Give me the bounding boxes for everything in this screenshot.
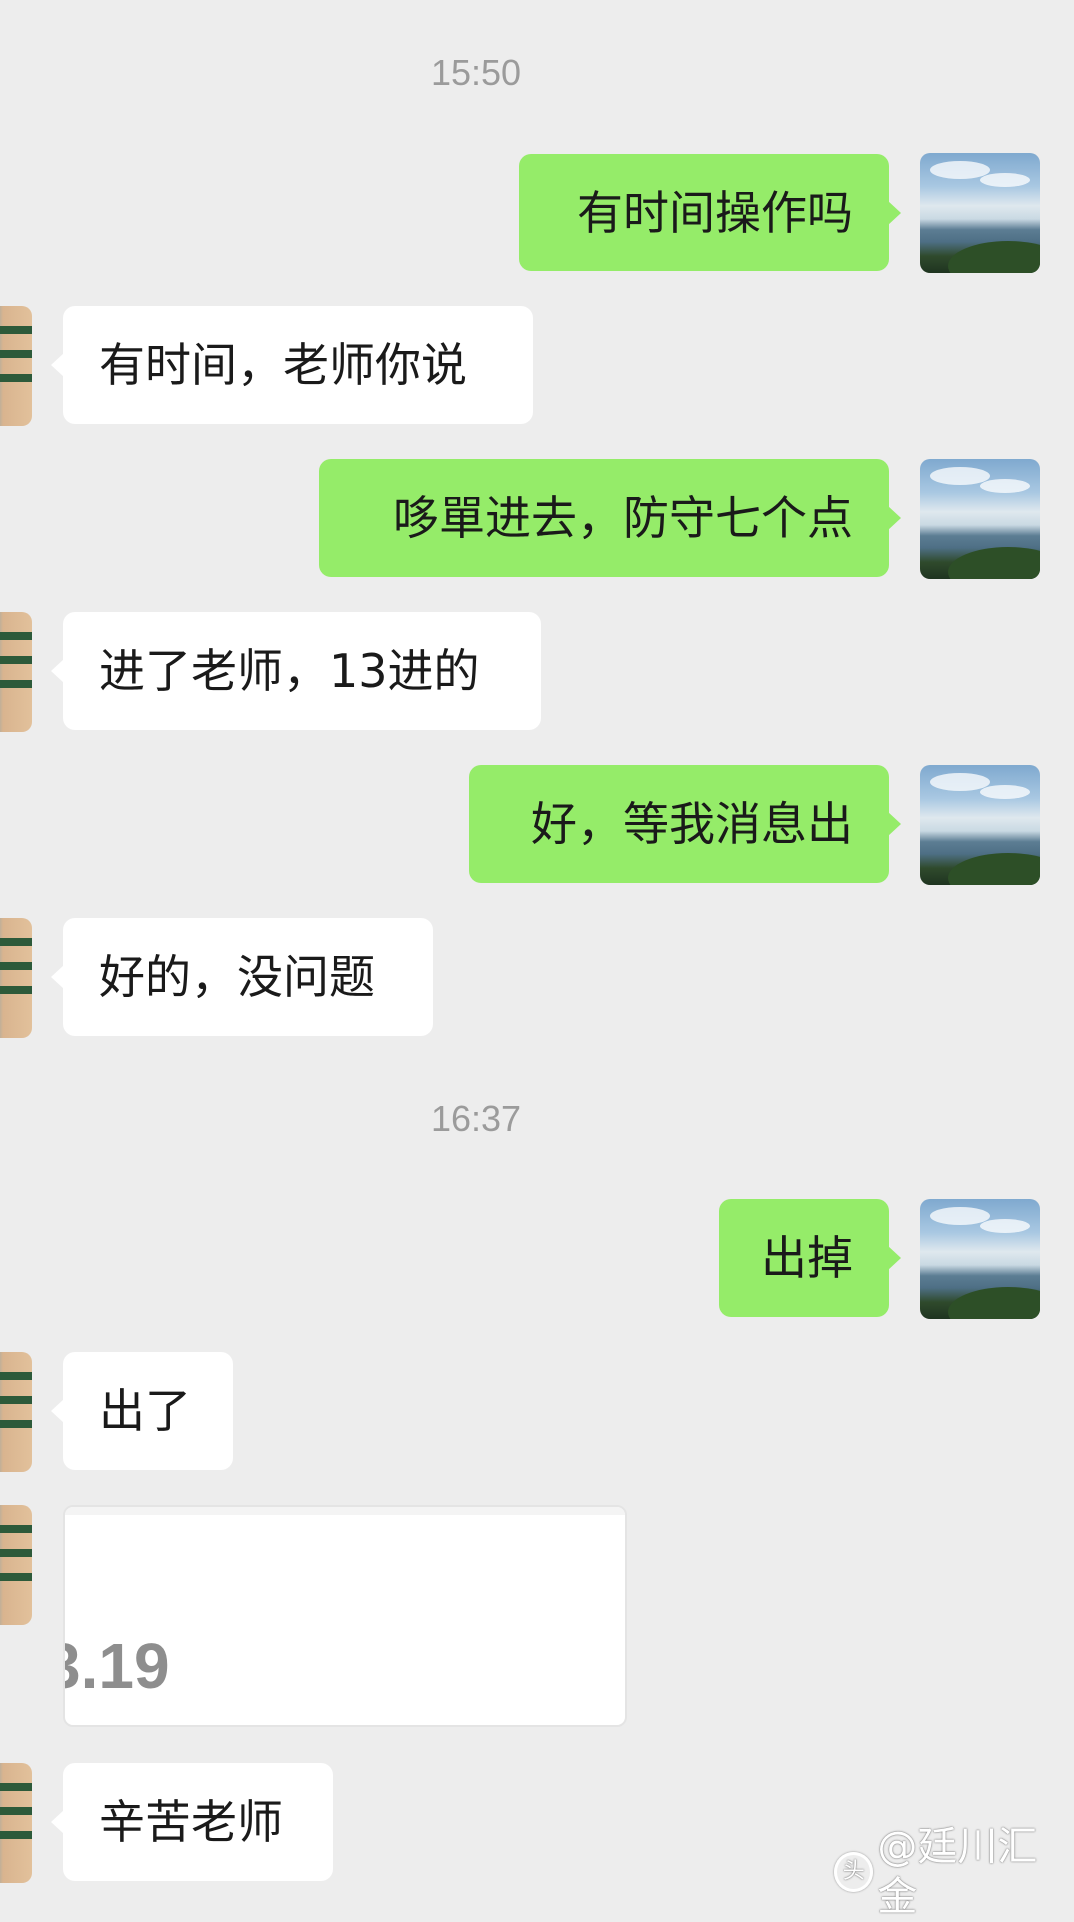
message-bubble-incoming[interactable]: 好的，没问题 bbox=[51, 918, 433, 1036]
timestamp: 15:50 bbox=[430, 52, 522, 93]
message-text: 哆單进去，防守七个点 bbox=[393, 491, 853, 545]
timestamp: 16:37 bbox=[430, 1098, 522, 1139]
watermark: 头 @廷川汇金 bbox=[834, 1822, 1074, 1922]
message-bubble-outgoing[interactable]: 哆單进去，防守七个点 bbox=[319, 459, 901, 577]
my-avatar[interactable] bbox=[920, 1199, 1040, 1319]
image-visible-number: 3.19 bbox=[65, 1630, 170, 1702]
image-top-bar bbox=[65, 1507, 625, 1515]
contact-avatar[interactable] bbox=[0, 306, 32, 426]
message-bubble-incoming[interactable]: 有时间，老师你说 bbox=[51, 306, 533, 424]
message-text: 辛苦老师 bbox=[99, 1795, 283, 1849]
image-message[interactable]: 3.19 bbox=[63, 1505, 627, 1727]
my-avatar[interactable] bbox=[920, 153, 1040, 273]
contact-avatar[interactable] bbox=[0, 612, 32, 732]
message-bubble-incoming[interactable]: 辛苦老师 bbox=[51, 1763, 333, 1881]
contact-avatar[interactable] bbox=[0, 1505, 32, 1625]
message-bubble-outgoing[interactable]: 出掉 bbox=[719, 1199, 901, 1317]
message-text: 有时间操作吗 bbox=[577, 185, 853, 240]
my-avatar[interactable] bbox=[920, 459, 1040, 579]
message-bubble-outgoing[interactable]: 好，等我消息出 bbox=[469, 765, 901, 883]
message-text: 出了 bbox=[99, 1384, 191, 1438]
message-bubble-outgoing[interactable]: 有时间操作吗 bbox=[519, 154, 901, 271]
message-text: 有时间，老师你说 bbox=[99, 338, 467, 392]
message-text: 好的，没问题 bbox=[99, 950, 375, 1004]
message-text: 进了老师，13进的 bbox=[99, 644, 480, 698]
message-text: 好，等我消息出 bbox=[531, 797, 853, 851]
message-bubble-incoming[interactable]: 出了 bbox=[51, 1352, 233, 1470]
message-bubble-incoming[interactable]: 进了老师，13进的 bbox=[51, 612, 541, 730]
toutiao-logo-icon: 头 bbox=[834, 1852, 874, 1892]
watermark-text: @廷川汇金 bbox=[877, 1824, 1038, 1920]
message-text: 出掉 bbox=[761, 1231, 853, 1285]
contact-avatar[interactable] bbox=[0, 1352, 32, 1472]
contact-avatar[interactable] bbox=[0, 918, 32, 1038]
contact-avatar[interactable] bbox=[0, 1763, 32, 1883]
my-avatar[interactable] bbox=[920, 765, 1040, 885]
